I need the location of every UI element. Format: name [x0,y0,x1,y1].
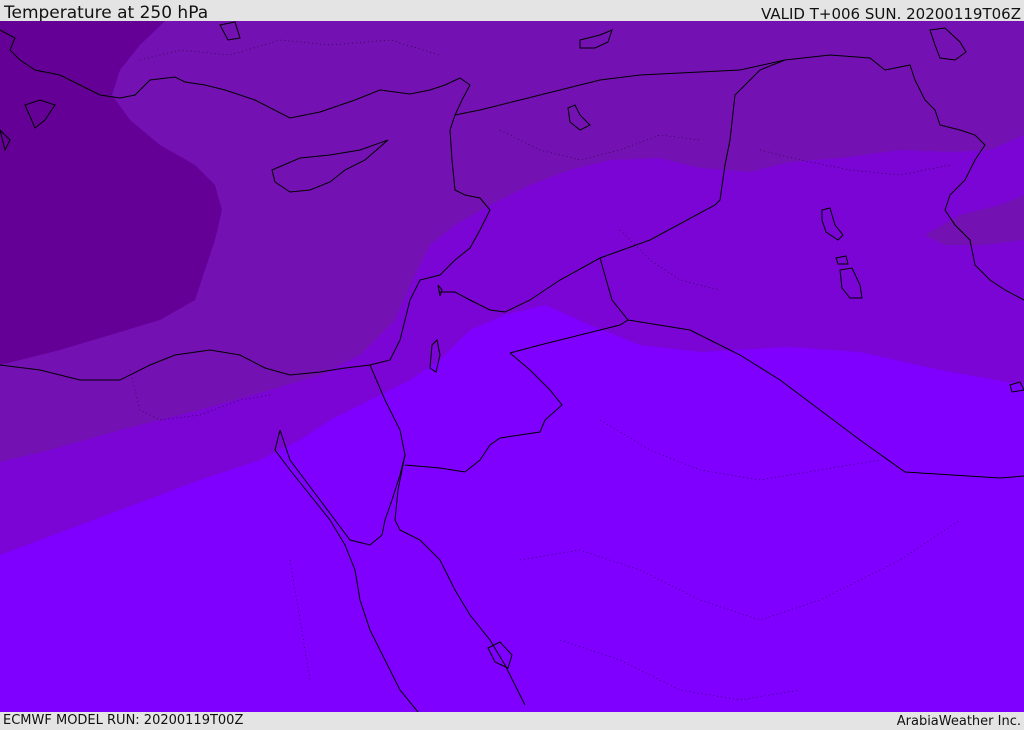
header-bar: Temperature at 250 hPa VALID T+006 SUN. … [0,0,1024,23]
credit-label: ArabiaWeather Inc. [896,714,1021,729]
footer-bar: ECMWF MODEL RUN: 20200119T00Z ArabiaWeat… [0,712,1024,729]
weather-map[interactable] [0,21,1024,712]
map-title: Temperature at 250 hPa [4,3,209,23]
temperature-map-svg [0,21,1024,712]
model-run-label: ECMWF MODEL RUN: 20200119T00Z [3,713,244,728]
